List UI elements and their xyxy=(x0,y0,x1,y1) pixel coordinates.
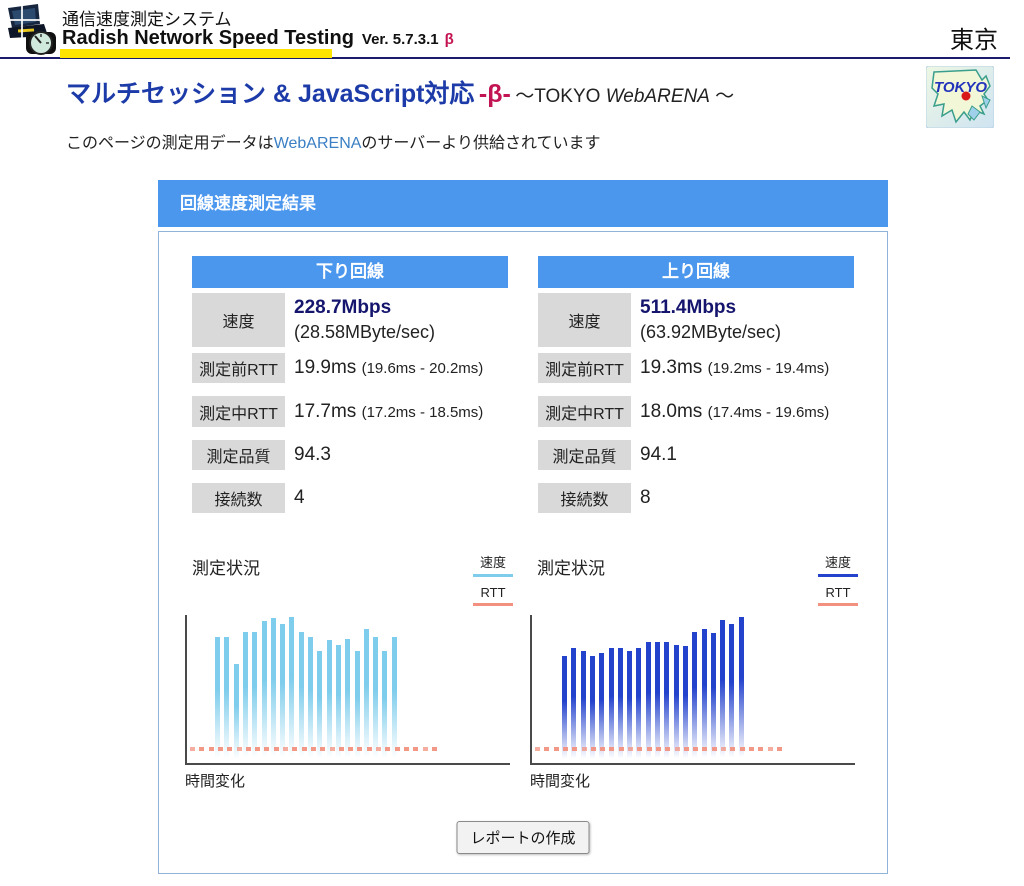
rtt-during-range: (17.4ms - 19.6ms) xyxy=(707,403,830,421)
status-section-label: 測定状況 xyxy=(537,559,605,578)
table-row: 測定品質 94.3 xyxy=(192,440,508,470)
rtt-during-value: 18.0ms xyxy=(640,400,703,422)
rtt-before-value: 19.3ms xyxy=(640,357,703,378)
rtt-before-range: (19.6ms - 20.2ms) xyxy=(361,360,484,377)
chart-x-axis-label: 時間変化 xyxy=(185,773,246,790)
table-row: 測定前RTT 19.3ms (19.2ms - 19.4ms) xyxy=(538,353,854,383)
create-report-button[interactable]: レポートの作成 xyxy=(456,821,590,854)
rtt-during-range: (17.2ms - 18.5ms) xyxy=(361,403,484,421)
download-table-header: 下り回線 xyxy=(192,256,508,288)
data-source-note: このページの測定用データはWebARENAのサーバーより供給されています xyxy=(66,135,601,152)
table-row: 速度 511.4Mbps (63.92MByte/sec) xyxy=(538,293,854,347)
quality-value: 94.3 xyxy=(294,444,331,465)
legend-speed: 速度 xyxy=(818,552,858,577)
bar-chart-plot xyxy=(530,615,855,765)
page-subtitle: マルチセッション & JavaScript対応 -β- ～TOKYO WebAR… xyxy=(66,74,734,110)
result-panel: 回線速度測定結果 下り回線 速度 228.7Mbps (28.58MByte/s… xyxy=(158,180,888,874)
tokyo-map-badge: TOKYO xyxy=(925,65,995,129)
download-speed-value: 228.7Mbps xyxy=(294,296,392,318)
download-status-chart: 測定状況 速度 RTT 時間変化 xyxy=(185,552,513,814)
radish-speed-test-page: 通信速度測定システム Radish Network Speed Testing V… xyxy=(0,0,1024,886)
badge-tokyo-text: TOKYO xyxy=(934,79,987,96)
upload-result-table: 上り回線 速度 511.4Mbps (63.92MByte/sec) 測定前RT… xyxy=(538,256,854,513)
upload-status-chart: 測定状況 速度 RTT 時間変化 xyxy=(530,552,858,814)
rtt-before-range: (19.2ms - 19.4ms) xyxy=(707,360,830,377)
download-speed-bytes: (28.58MByte/sec) xyxy=(294,321,436,342)
table-row: 測定中RTT 18.0ms (17.4ms - 19.6ms) xyxy=(538,396,854,427)
table-row: 測定前RTT 19.9ms (19.6ms - 20.2ms) xyxy=(192,353,508,383)
rtt-during-value: 17.7ms xyxy=(294,400,357,422)
version-label: Ver. 5.7.3.1 xyxy=(361,31,439,48)
subtitle-suffix: ～TOKYO WebARENA ～ xyxy=(515,86,735,107)
legend-rtt: RTT xyxy=(818,585,858,606)
table-row: 接続数 4 xyxy=(192,483,508,513)
result-panel-title: 回線速度測定結果 xyxy=(158,180,888,227)
upload-table-header: 上り回線 xyxy=(538,256,854,288)
download-result-table: 下り回線 速度 228.7Mbps (28.58MByte/sec) 測定前RT… xyxy=(192,256,508,513)
result-panel-body: 下り回線 速度 228.7Mbps (28.58MByte/sec) 測定前RT… xyxy=(158,231,888,874)
app-title: Radish Network Speed Testing Ver. 5.7.3.1… xyxy=(62,27,454,50)
server-location-label: 東京 xyxy=(950,27,998,54)
chart-legend: 速度 RTT xyxy=(814,552,858,606)
chart-x-axis-label: 時間変化 xyxy=(530,773,591,790)
quality-value: 94.1 xyxy=(640,444,677,465)
table-row: 速度 228.7Mbps (28.58MByte/sec) xyxy=(192,293,508,347)
status-section-label: 測定状況 xyxy=(192,559,260,578)
app-title-text: Radish Network Speed Testing xyxy=(62,27,354,49)
chart-legend: 速度 RTT xyxy=(469,552,513,606)
webarena-link[interactable]: WebARENA xyxy=(274,135,362,152)
webarena-brand: WebARENA xyxy=(605,86,710,107)
table-row: 接続数 8 xyxy=(538,483,854,513)
bar-chart-plot xyxy=(185,615,510,765)
beta-mark: β xyxy=(444,31,454,48)
subtitle-beta: -β- xyxy=(478,80,511,108)
title-highlight-underline xyxy=(60,49,332,58)
connections-value: 4 xyxy=(294,487,305,508)
connections-value: 8 xyxy=(640,487,651,508)
legend-speed: 速度 xyxy=(473,552,513,577)
legend-rtt: RTT xyxy=(473,585,513,606)
upload-speed-bytes: (63.92MByte/sec) xyxy=(640,321,782,342)
table-row: 測定中RTT 17.7ms (17.2ms - 18.5ms) xyxy=(192,396,508,427)
table-row: 測定品質 94.1 xyxy=(538,440,854,470)
rtt-before-value: 19.9ms xyxy=(294,357,357,378)
subtitle-main: マルチセッション & JavaScript対応 xyxy=(66,80,475,108)
app-logo-icon xyxy=(4,2,58,56)
upload-speed-value: 511.4Mbps xyxy=(640,296,737,318)
